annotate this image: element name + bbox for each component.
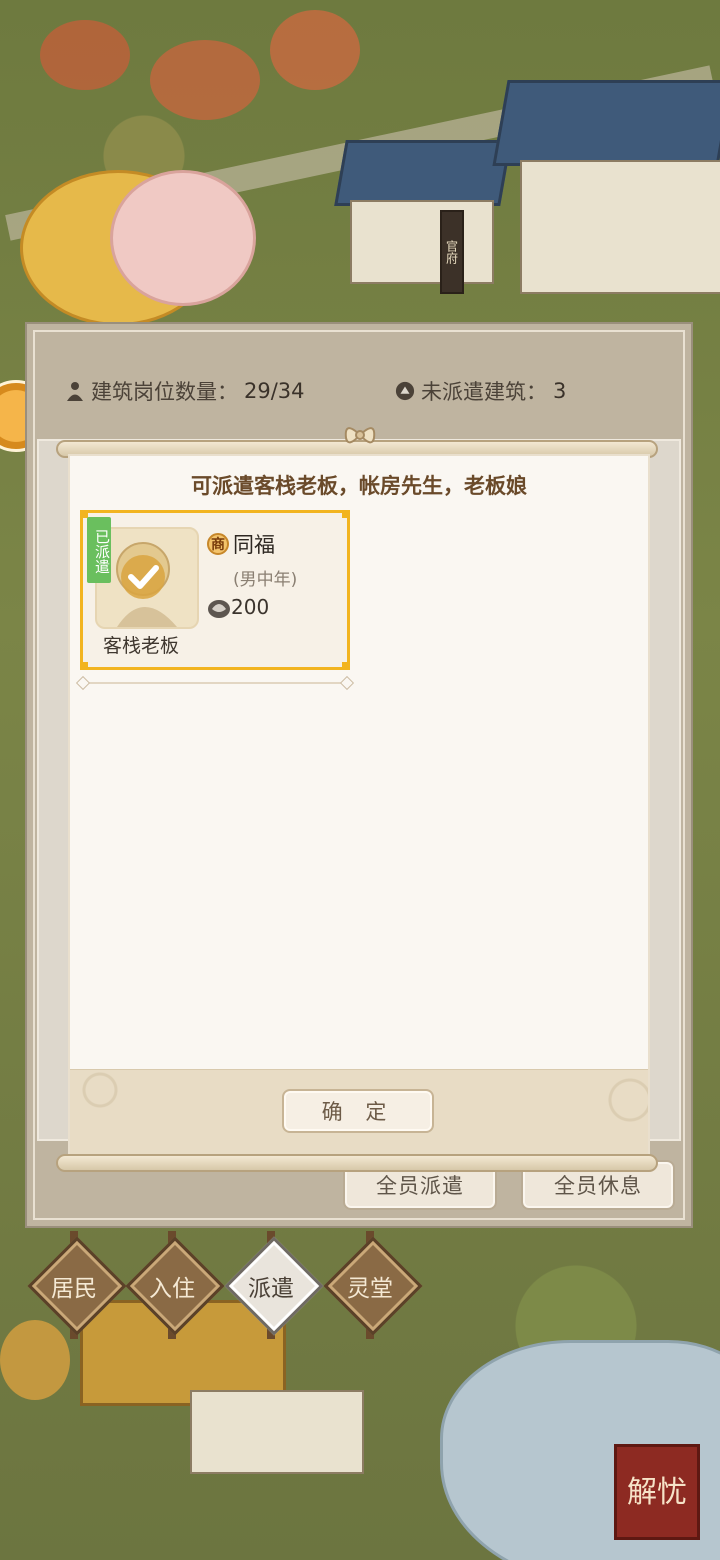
worker-role: 客栈老板 [103,635,180,657]
coin-cost-icon [208,600,230,618]
person-icon [67,382,83,401]
tab-residents-label: 居民 [51,1276,97,1302]
worker-name: 同福 [233,533,275,557]
tab-residents[interactable]: 居民 [27,1231,127,1339]
tab-check-in[interactable]: 入住 [125,1231,225,1339]
merchant-icon: 商 [207,533,229,555]
dialog-footer: 确 定 [70,1069,648,1156]
dialog-title: 可派遣客栈老板，帐房先生，老板娘 [191,474,527,498]
worker-avatar [116,542,177,627]
tab-dispatch-label: 派遣 [248,1276,294,1302]
positions-label: 建筑岗位数量： [91,380,238,404]
positions-stat: 建筑岗位数量： 29/34 [65,376,305,406]
unassigned-label: 未派遣建筑： [421,380,547,404]
scroll-bottom-rod [56,1154,658,1172]
tab-memorial-hall[interactable]: 灵堂 [323,1231,423,1339]
building-sign: 官府 [440,210,464,294]
building-icon [395,381,415,401]
worker-description: (男中年) [233,570,298,590]
unassigned-value: 3 [553,379,567,403]
seal-stamp[interactable]: 解忧 [614,1444,700,1540]
tab-dispatch[interactable]: 派遣 [224,1231,324,1339]
unassigned-stat: 未派遣建筑： 3 [395,376,566,406]
tab-check-in-label: 入住 [149,1276,195,1302]
ribbon-knot-icon [344,427,376,444]
tab-memorial-hall-label: 灵堂 [347,1276,393,1302]
confirm-button[interactable]: 确 定 [282,1089,434,1133]
positions-value: 29/34 [244,379,305,403]
card-divider [80,682,350,684]
worker-cost: 200 [231,595,270,619]
worker-card[interactable]: 已派遣 商 同福 (男中年) 200 客栈老板 [80,510,350,670]
assigned-badge: 已派遣 [87,517,111,583]
dispatch-dialog: 可派遣客栈老板，帐房先生，老板娘 已派遣 商 同福 (男中年) 200 客栈老板… [70,456,648,1156]
